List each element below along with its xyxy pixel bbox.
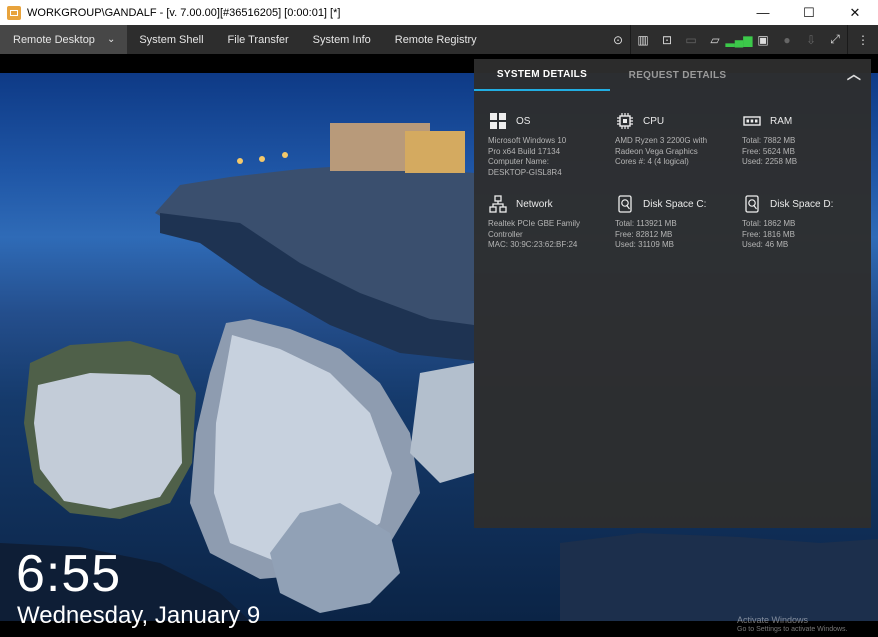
cpu-line: AMD Ryzen 3 2200G with [615,136,708,145]
disk-d-info: Total: 1862 MB Free: 1816 MB Used: 46 MB [742,219,867,251]
tab-remote-desktop[interactable]: Remote Desktop ⌄ [0,25,128,54]
minimize-button[interactable]: — [740,0,786,25]
os-line: DESKTOP-GISL8R4 [488,167,562,177]
lockscreen-time: 6:55 [16,545,122,603]
disk-c-line: Free: 82812 MB [615,229,673,239]
network-line: Controller [488,229,523,239]
cpu-details: CPU AMD Ryzen 3 2200G with Radeon Vega G… [615,111,740,168]
chevron-down-icon[interactable]: ⌄ [107,34,115,45]
disk-icon [615,195,635,213]
activate-windows-watermark: Activate Windows Go to Settings to activ… [737,615,848,635]
record-icon[interactable]: ● [775,25,799,54]
collapse-chevron-icon[interactable]: ︿ [845,65,863,83]
disk-d-line: Total: 1862 MB [742,219,796,228]
ram-details: RAM Total: 7882 MB Free: 5624 MB Used: 2… [742,111,867,168]
os-title: OS [516,115,531,127]
panel-tabs: SYSTEM DETAILS REQUEST DETAILS ︿ [474,59,871,91]
cpu-title: CPU [643,115,665,127]
blank-screen-icon[interactable]: ▭ [679,25,703,54]
title-bar: WORKGROUP\GANDALF - [v. 7.00.00][#365162… [0,0,878,25]
network-details: Network Realtek PCIe GBE Family Controll… [488,194,613,251]
ram-title: RAM [770,115,793,127]
disk-c-info: Total: 113921 MB Free: 82812 MB Used: 31… [615,219,740,251]
toolbar-icons: ⊙ ▥ ⊡ ▭ ▱ ▂▄▆ ▣ ● ⇩ ⤢ ⋮ [606,25,878,54]
cpu-info: AMD Ryzen 3 2200G with Radeon Vega Graph… [615,136,740,168]
signal-strength-icon[interactable]: ▂▄▆ [726,25,753,54]
tab-system-shell[interactable]: System Shell [127,25,215,54]
os-line: Pro x64 Build 17134 [488,146,561,156]
cpu-line: Cores #: 4 (4 logical) [615,157,689,166]
tab-system-details[interactable]: SYSTEM DETAILS [474,59,610,91]
ram-module-icon [742,112,762,130]
os-line: Computer Name: [488,157,549,166]
network-title: Network [516,198,553,210]
tab-system-info[interactable]: System Info [301,25,383,54]
disk-d-title: Disk Space D: [770,198,834,210]
close-button[interactable]: ✕ [832,0,878,25]
app-logo-icon [7,5,21,20]
window-controls: — ☐ ✕ [740,0,878,25]
chat-icon[interactable]: ▱ [703,25,727,54]
os-details: OS Microsoft Windows 10 Pro x64 Build 17… [488,111,613,178]
windows-logo-icon [488,112,508,130]
disk-d-line: Used: 46 MB [742,240,789,249]
layout-icon[interactable]: ▥ [631,25,655,54]
download-icon[interactable]: ⇩ [799,25,823,54]
disk-c-details: Disk Space C: Total: 113921 MB Free: 828… [615,194,740,251]
network-line: Realtek PCIe GBE Family [488,219,581,228]
network-line: MAC: 30:9C:23:62:BF:24 [488,240,578,249]
disk-c-line: Used: 31109 MB [615,240,674,249]
tab-file-transfer[interactable]: File Transfer [216,25,301,54]
maximize-button[interactable]: ☐ [786,0,832,25]
lock-screen-icon[interactable]: ▣ [751,25,775,54]
activate-title: Activate Windows [737,615,809,625]
tab-remote-registry[interactable]: Remote Registry [383,25,489,54]
cpu-chip-icon [615,112,635,130]
activate-subtitle: Go to Settings to activate Windows. [737,626,848,633]
window-title: WORKGROUP\GANDALF - [v. 7.00.00][#365162… [27,6,341,19]
disk-d-details: Disk Space D: Total: 1862 MB Free: 1816 … [742,194,867,251]
ram-line: Total: 7882 MB [742,136,796,145]
disk-d-line: Free: 1816 MB [742,229,795,239]
screenshot-icon[interactable]: ⊡ [655,25,679,54]
session-toolbar: Remote Desktop ⌄ System Shell File Trans… [0,25,878,54]
more-options-icon[interactable]: ⋮ [848,25,878,54]
ram-info: Total: 7882 MB Free: 5624 MB Used: 2258 … [742,136,867,168]
monitor-select-icon[interactable]: ⊙ [606,25,630,54]
system-details-panel: SYSTEM DETAILS REQUEST DETAILS ︿ OS Micr… [474,59,871,528]
network-info: Realtek PCIe GBE Family Controller MAC: … [488,219,613,251]
disk-c-title: Disk Space C: [643,198,707,210]
lockscreen-date: Wednesday, January 9 [17,602,261,629]
cpu-line: Radeon Vega Graphics [615,146,698,156]
ram-line: Used: 2258 MB [742,157,798,166]
fullscreen-icon[interactable]: ⤢ [823,25,847,54]
network-icon [488,195,508,213]
os-info: Microsoft Windows 10 Pro x64 Build 17134… [488,136,613,178]
ram-line: Free: 5624 MB [742,146,795,156]
tab-label: Remote Desktop [13,33,95,46]
disk-icon [742,195,762,213]
os-line: Microsoft Windows 10 [488,136,567,145]
tab-request-details[interactable]: REQUEST DETAILS [610,59,745,91]
disk-c-line: Total: 113921 MB [615,219,677,228]
